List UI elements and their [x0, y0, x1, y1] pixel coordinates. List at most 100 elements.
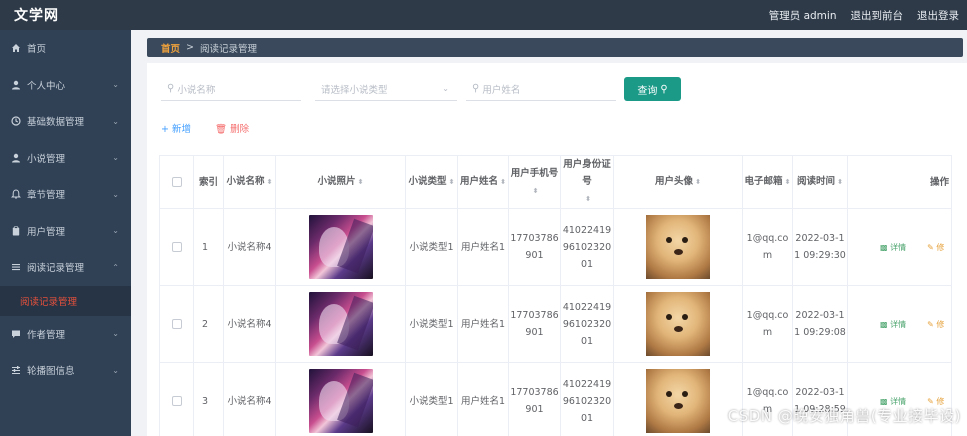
detail-button[interactable]: ▩ 详情 [880, 243, 906, 252]
trash-icon: 🗑 [215, 124, 228, 135]
breadcrumb-current: 阅读记录管理 [199, 43, 257, 55]
user-name-input[interactable]: ⚲ 用户姓名 [466, 77, 616, 101]
sort-icon[interactable]: ⬍ [695, 178, 701, 186]
sidebar-item-reading-record[interactable]: 阅读记录管理 ⌃ [0, 249, 131, 286]
header-user-name[interactable]: 用户姓名 ⬍ [457, 155, 509, 209]
chevron-down-icon: ⌄ [112, 189, 119, 199]
sidebar-item-label: 个人中心 [27, 80, 66, 92]
sidebar-item-chapter[interactable]: 章节管理 ⌄ [0, 176, 131, 213]
chevron-down-icon: ⌄ [442, 84, 449, 93]
row-novel-photo-cell [275, 285, 406, 363]
row-avatar-cell [613, 362, 743, 436]
sort-icon[interactable]: ⬍ [533, 187, 539, 195]
header-novel-photo[interactable]: 小说照片 ⬍ [275, 155, 406, 209]
document-icon: ▩ [880, 319, 888, 329]
logout-link[interactable]: 退出登录 [917, 8, 959, 23]
breadcrumb-home[interactable]: 首页 [161, 41, 180, 55]
edit-icon: ✎ [927, 242, 934, 252]
chevron-down-icon: ⌄ [112, 80, 119, 90]
header-user-id-card[interactable]: 用户身份证号⬍ [560, 155, 614, 209]
row-checkbox[interactable] [171, 396, 182, 406]
table-header-row: 索引 小说名称 ⬍ 小说照片 ⬍ 小说类型 ⬍ 用户姓名 ⬍ 用户手机号⬍ 用户身份证号… [159, 155, 952, 209]
user-icon [10, 153, 22, 163]
table-row: 2 小说名称4 小说类型1 用户姓名1 17703786901 41022419… [159, 285, 952, 363]
row-phone: 17703786901 [508, 208, 561, 286]
row-index: 3 [193, 362, 224, 436]
sidebar-item-label: 基础数据管理 [27, 117, 85, 129]
chevron-down-icon: ⌄ [112, 365, 119, 375]
row-phone: 17703786901 [508, 362, 561, 436]
novel-name-input[interactable]: ⚲ 小说名称 [161, 77, 301, 101]
sidebar-item-label: 用户管理 [27, 226, 66, 238]
header-user-phone[interactable]: 用户手机号⬍ [508, 155, 561, 209]
edit-icon: ✎ [927, 319, 934, 329]
select-all-checkbox[interactable] [171, 177, 182, 187]
row-checkbox[interactable] [171, 319, 182, 329]
row-novel-type: 小说类型1 [405, 285, 458, 363]
list-icon [10, 262, 22, 272]
user-avatar-image[interactable] [646, 369, 710, 433]
row-novel-photo-cell [275, 208, 406, 286]
sidebar-item-home[interactable]: 首页 [0, 30, 131, 67]
sort-icon[interactable]: ⬍ [785, 178, 791, 186]
row-id-card: 410224199610232001 [560, 208, 614, 286]
row-read-time: 2022-03-11 09:29:08 [792, 285, 848, 363]
select-all-cell[interactable] [159, 155, 194, 209]
user-name-placeholder: 用户姓名 [482, 84, 521, 96]
sidebar-item-basic-data[interactable]: 基础数据管理 ⌄ [0, 103, 131, 140]
row-novel-name: 小说名称4 [223, 362, 276, 436]
row-checkbox[interactable] [171, 242, 182, 252]
sidebar-item-label: 章节管理 [27, 190, 66, 202]
edit-button[interactable]: ✎ 修 [927, 243, 944, 252]
breadcrumb: 首页 > 阅读记录管理 [147, 38, 963, 57]
clock-icon [10, 116, 22, 126]
header-read-time[interactable]: 阅读时间 ⬍ [792, 155, 848, 209]
row-email: 1@qq.com [742, 285, 793, 363]
top-right-links: 管理员 admin 退出到前台 退出登录 [769, 8, 967, 23]
novel-cover-image[interactable] [308, 292, 373, 356]
sidebar-item-user[interactable]: 用户管理 ⌄ [0, 213, 131, 250]
novel-cover-image[interactable] [308, 369, 373, 433]
detail-button[interactable]: ▩ 详情 [880, 320, 906, 329]
chevron-down-icon: ⌄ [112, 153, 119, 163]
chevron-down-icon: ⌄ [112, 329, 119, 339]
delete-button[interactable]: 🗑 删除 [215, 121, 249, 135]
exit-to-front-link[interactable]: 退出到前台 [851, 8, 904, 23]
novel-cover-image[interactable] [308, 215, 373, 279]
header-email[interactable]: 电子邮箱 ⬍ [742, 155, 793, 209]
content-card: ⚲ 小说名称 请选择小说类型 ⌄ ⚲ 用户姓名 查询 ⚲ + 新增 🗑 删除 索… [147, 63, 967, 436]
sort-icon[interactable]: ⬍ [585, 195, 591, 203]
novel-type-select[interactable]: 请选择小说类型 ⌄ [315, 77, 457, 101]
sort-icon[interactable]: ⬍ [500, 178, 506, 186]
row-select-cell[interactable] [159, 285, 194, 363]
sidebar-item-personal-center[interactable]: 个人中心 ⌄ [0, 67, 131, 104]
query-label: 查询 [637, 85, 658, 97]
sidebar-item-author[interactable]: 作者管理 ⌄ [0, 316, 131, 353]
document-icon: ▩ [880, 242, 888, 252]
sort-icon[interactable]: ⬍ [358, 178, 364, 186]
header-user-avatar[interactable]: 用户头像 ⬍ [613, 155, 743, 209]
header-novel-type[interactable]: 小说类型 ⬍ [405, 155, 458, 209]
admin-label: 管理员 admin [768, 9, 837, 22]
sort-icon[interactable]: ⬍ [837, 178, 843, 186]
header-novel-name[interactable]: 小说名称 ⬍ [223, 155, 276, 209]
row-user-name: 用户姓名1 [457, 285, 509, 363]
sidebar-item-carousel[interactable]: 轮播图信息 ⌄ [0, 352, 131, 389]
row-ops: ▩ 详情 ✎ 修 [847, 285, 952, 363]
search-icon: ⚲ [660, 83, 668, 95]
bell-icon [10, 189, 22, 200]
query-button[interactable]: 查询 ⚲ [624, 77, 681, 101]
row-select-cell[interactable] [159, 362, 194, 436]
user-avatar-image[interactable] [646, 215, 710, 279]
add-button[interactable]: + 新增 [161, 121, 191, 135]
edit-button[interactable]: ✎ 修 [927, 320, 944, 329]
row-select-cell[interactable] [159, 208, 194, 286]
user-avatar-image[interactable] [646, 292, 710, 356]
row-index: 2 [193, 285, 224, 363]
sidebar-item-novel[interactable]: 小说管理 ⌄ [0, 140, 131, 177]
row-user-name: 用户姓名1 [457, 362, 509, 436]
row-novel-type: 小说类型1 [405, 362, 458, 436]
sort-icon[interactable]: ⬍ [449, 178, 455, 186]
submenu-item-reading-record[interactable]: 阅读记录管理 [0, 285, 131, 316]
sort-icon[interactable]: ⬍ [267, 178, 273, 186]
